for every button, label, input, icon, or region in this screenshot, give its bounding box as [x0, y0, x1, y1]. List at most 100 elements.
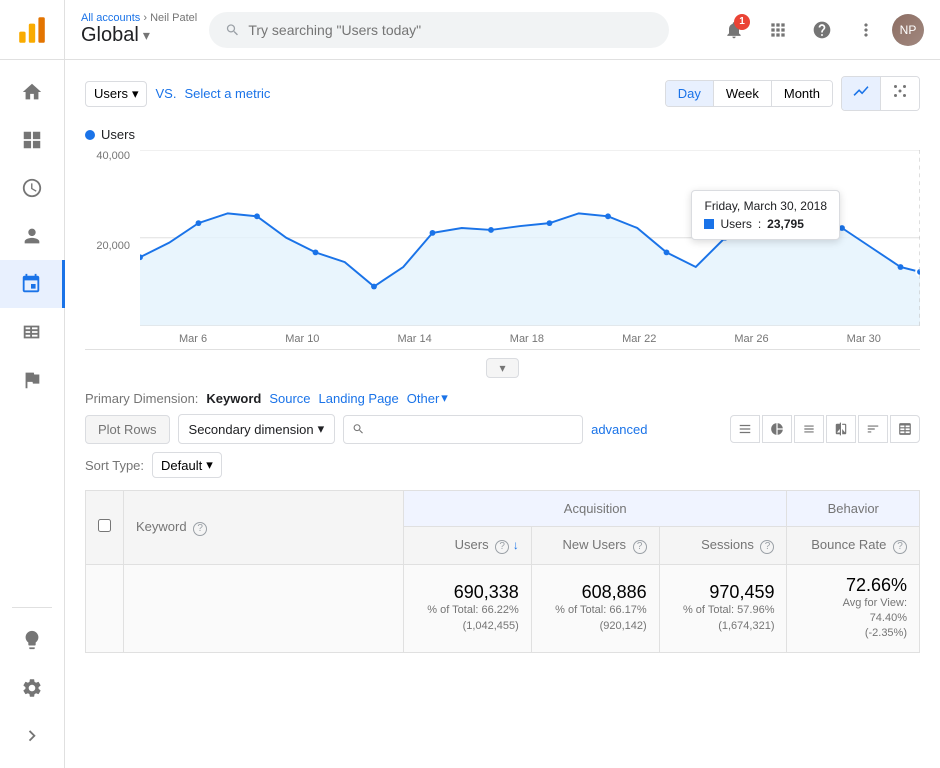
sessions-col-header: Sessions — [701, 537, 754, 552]
chart-controls: Users ▾ VS. Select a metric Day Week Mon… — [85, 76, 920, 111]
totals-new-users-sub1: % of Total: 66.17% — [544, 603, 647, 618]
xaxis-mar6: Mar 6 — [179, 333, 207, 345]
property-name: Global — [81, 24, 139, 47]
chart-xaxis: Mar 6 Mar 10 Mar 14 Mar 18 Mar 22 Mar 26… — [140, 329, 920, 349]
table-search-box[interactable] — [343, 415, 583, 444]
more-options-button[interactable] — [848, 12, 884, 48]
yaxis-top: 40,000 — [85, 150, 130, 162]
select-metric-link[interactable]: Select a metric — [184, 86, 270, 101]
sidebar-item-expand[interactable] — [0, 712, 65, 760]
table-view-btn[interactable] — [730, 415, 760, 443]
time-btn-day[interactable]: Day — [666, 81, 714, 106]
scatter-chart-view-btn[interactable] — [881, 77, 919, 110]
sidebar-item-goals[interactable] — [0, 356, 65, 404]
avatar[interactable]: NP — [892, 14, 924, 46]
notification-button[interactable]: 1 — [716, 12, 752, 48]
help-icon — [812, 20, 832, 40]
keyword-col-header: Keyword — [136, 519, 187, 534]
totals-new-users-cell: 608,886 % of Total: 66.17% (920,142) — [531, 564, 659, 652]
users-sort-arrow[interactable]: ↓ — [513, 538, 519, 552]
pivot-view-btn[interactable] — [890, 415, 920, 443]
chart-controls-right: Day Week Month — [665, 76, 920, 111]
metric-dropdown-arrow: ▾ — [132, 86, 139, 102]
chart-controls-left: Users ▾ VS. Select a metric — [85, 81, 270, 107]
totals-bounce-cell: 72.66% Avg for View: 74.40% (-2.35%) — [787, 564, 920, 652]
users-col-header: Users — [455, 537, 489, 552]
line-chart-view-btn[interactable] — [842, 77, 881, 110]
totals-bounce-sub3: (-2.35%) — [799, 626, 907, 641]
sidebar-item-user[interactable] — [0, 212, 65, 260]
table-search-input[interactable] — [371, 422, 574, 437]
sort-view-btn[interactable] — [858, 415, 888, 443]
users-help-icon[interactable]: ? — [495, 540, 509, 554]
select-all-checkbox[interactable] — [98, 519, 111, 532]
totals-sessions-value: 970,459 — [672, 582, 775, 603]
dimension-source[interactable]: Source — [269, 391, 310, 406]
title-dropdown-arrow: ▾ — [143, 27, 150, 44]
secondary-dimension-dropdown[interactable]: Secondary dimension ▾ — [178, 414, 336, 444]
xaxis-mar26: Mar 26 — [734, 333, 768, 345]
list-view-btn[interactable] — [794, 415, 824, 443]
time-btn-month[interactable]: Month — [772, 81, 832, 106]
table-row: 690,338 % of Total: 66.22% (1,042,455) 6… — [86, 564, 920, 652]
keyword-help-icon[interactable]: ? — [193, 522, 207, 536]
secondary-dimension-label: Secondary dimension — [189, 422, 314, 437]
grid-icon — [768, 20, 788, 40]
totals-users-sub1: % of Total: 66.22% — [416, 603, 519, 618]
sessions-help-icon[interactable]: ? — [760, 540, 774, 554]
totals-users-value: 690,338 — [416, 582, 519, 603]
tooltip-metric: Users — [720, 217, 751, 231]
topbar-icons: 1 NP — [716, 12, 924, 48]
help-button[interactable] — [804, 12, 840, 48]
brand-area: All accounts › Neil Patel Global ▾ — [81, 12, 197, 47]
sort-default-label: Default — [161, 458, 202, 473]
xaxis-mar22: Mar 22 — [622, 333, 656, 345]
plot-rows-button[interactable]: Plot Rows — [85, 415, 170, 444]
property-title[interactable]: Global ▾ — [81, 24, 197, 47]
content-area: Users ▾ VS. Select a metric Day Week Mon… — [65, 60, 940, 768]
dimension-landing-page[interactable]: Landing Page — [319, 391, 399, 406]
scatter-chart-icon — [891, 82, 909, 100]
time-btn-week[interactable]: Week — [714, 81, 772, 106]
totals-new-users-sub2: (920,142) — [544, 619, 647, 634]
sort-row: Sort Type: Default ▾ — [85, 452, 920, 478]
view-buttons — [730, 415, 920, 443]
dimension-other[interactable]: Other ▾ — [407, 390, 448, 406]
sort-dropdown[interactable]: Default ▾ — [152, 452, 222, 478]
table-search-icon — [352, 422, 365, 436]
search-input[interactable] — [248, 22, 653, 38]
dimension-keyword[interactable]: Keyword — [206, 391, 261, 406]
legend-dot — [85, 130, 95, 140]
sidebar-item-clock[interactable] — [0, 164, 65, 212]
sidebar-item-settings[interactable] — [0, 664, 65, 712]
totals-keyword-cell — [124, 564, 404, 652]
compare-view-btn[interactable] — [826, 415, 856, 443]
xaxis-mar14: Mar 14 — [397, 333, 431, 345]
sidebar-item-home[interactable] — [0, 68, 65, 116]
app-logo[interactable] — [0, 0, 65, 60]
sidebar-item-behavior[interactable] — [0, 308, 65, 356]
sidebar-item-dashboard[interactable] — [0, 116, 65, 164]
totals-new-users-value: 608,886 — [544, 582, 647, 603]
sidebar-item-bulb[interactable] — [0, 616, 65, 664]
chart-view-buttons — [841, 76, 920, 111]
breadcrumb-all-accounts[interactable]: All accounts — [81, 12, 140, 24]
advanced-filter-link[interactable]: advanced — [591, 422, 647, 437]
grid-button[interactable] — [760, 12, 796, 48]
collapse-chart-button[interactable]: ▾ — [486, 358, 518, 378]
chart-wrapper[interactable]: 40,000 20,000 — [85, 150, 920, 350]
sidebar-item-acquisition[interactable] — [0, 260, 65, 308]
metric-dropdown[interactable]: Users ▾ — [85, 81, 147, 107]
xaxis-mar10: Mar 10 — [285, 333, 319, 345]
acquisition-section-header: Acquisition — [564, 501, 627, 516]
new-users-help-icon[interactable]: ? — [633, 540, 647, 554]
user-avatar-image: NP — [892, 14, 924, 46]
pie-view-icon — [770, 422, 784, 436]
search-bar[interactable] — [209, 12, 669, 48]
chart-tooltip: Friday, March 30, 2018 Users: 23,795 — [691, 190, 840, 240]
breadcrumb-current: Neil Patel — [150, 12, 197, 24]
notification-count: 1 — [734, 14, 750, 30]
table-view-icon — [738, 422, 752, 436]
pie-view-btn[interactable] — [762, 415, 792, 443]
bounce-rate-help-icon[interactable]: ? — [893, 540, 907, 554]
